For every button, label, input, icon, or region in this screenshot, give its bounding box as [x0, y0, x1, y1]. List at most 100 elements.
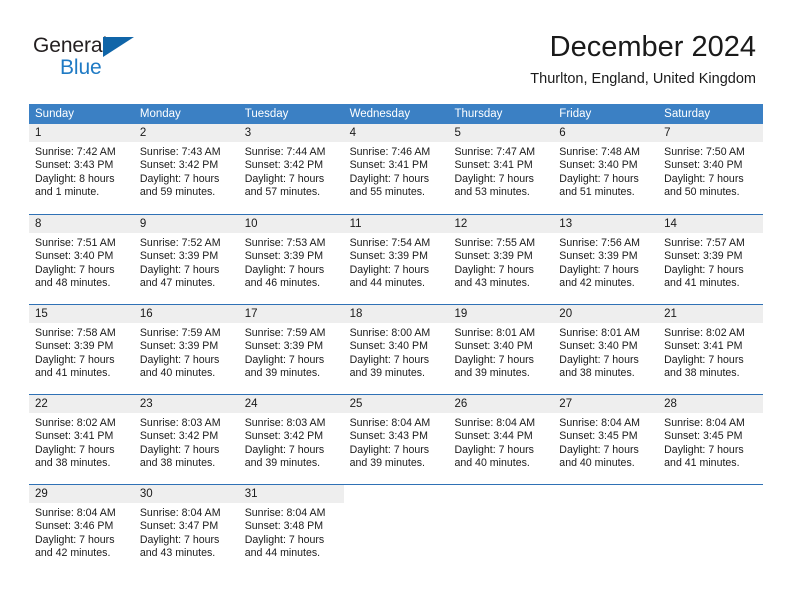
- day-cell[interactable]: 16 Sunrise: 7:59 AM Sunset: 3:39 PM Dayl…: [133, 305, 239, 387]
- day-info: Sunrise: 7:56 AM Sunset: 3:39 PM Dayligh…: [553, 233, 658, 291]
- day-number: 14: [658, 215, 764, 233]
- sunrise-text: Sunrise: 7:59 AM: [244, 327, 326, 339]
- sunrise-text: Sunrise: 8:04 AM: [349, 417, 431, 429]
- page-header: General Blue December 2024 Thurlton, Eng…: [0, 0, 792, 100]
- sunrise-text: Sunrise: 8:04 AM: [244, 507, 326, 519]
- day-info: Sunrise: 8:00 AM Sunset: 3:40 PM Dayligh…: [344, 323, 449, 381]
- day-info: Sunrise: 7:42 AM Sunset: 3:43 PM Dayligh…: [29, 142, 134, 200]
- sunset-text: Sunset: 3:42 PM: [244, 430, 324, 443]
- day-cell[interactable]: 5 Sunrise: 7:47 AM Sunset: 3:41 PM Dayli…: [448, 124, 554, 207]
- day-cell[interactable]: 14 Sunrise: 7:57 AM Sunset: 3:39 PM Dayl…: [658, 215, 764, 297]
- weekday-tuesday: Tuesday: [244, 108, 289, 120]
- daylight-text-line2: and 42 minutes.: [35, 547, 111, 560]
- day-cell[interactable]: 30 Sunrise: 8:04 AM Sunset: 3:47 PM Dayl…: [133, 485, 239, 567]
- day-cell[interactable]: 26 Sunrise: 8:04 AM Sunset: 3:44 PM Dayl…: [448, 395, 554, 477]
- day-cell[interactable]: 12 Sunrise: 7:55 AM Sunset: 3:39 PM Dayl…: [448, 215, 554, 297]
- sunset-text: Sunset: 3:42 PM: [139, 430, 219, 443]
- sunset-text: Sunset: 3:40 PM: [35, 250, 114, 263]
- daylight-text-line2: and 46 minutes.: [244, 277, 321, 290]
- day-cell[interactable]: 23 Sunrise: 8:03 AM Sunset: 3:42 PM Dayl…: [133, 395, 239, 477]
- daylight-text-line1: Daylight: 7 hours: [349, 263, 430, 276]
- day-info: Sunrise: 8:04 AM Sunset: 3:47 PM Dayligh…: [134, 503, 239, 561]
- daylight-text-line1: Daylight: 7 hours: [35, 263, 115, 276]
- day-info: Sunrise: 8:04 AM Sunset: 3:48 PM Dayligh…: [239, 503, 344, 561]
- day-cell[interactable]: 25 Sunrise: 8:04 AM Sunset: 3:43 PM Dayl…: [343, 395, 449, 477]
- sunset-text: Sunset: 3:39 PM: [664, 250, 743, 263]
- daylight-text-line1: Daylight: 8 hours: [35, 172, 115, 185]
- day-number: [658, 485, 763, 503]
- daylight-text-line2: and 1 minute.: [35, 186, 100, 199]
- daylight-text-line2: and 55 minutes.: [349, 186, 425, 199]
- sunrise-text: Sunrise: 8:03 AM: [244, 417, 326, 429]
- day-number: 11: [343, 215, 449, 233]
- sunrise-text: Sunrise: 8:02 AM: [664, 327, 745, 339]
- day-number: 31: [238, 485, 344, 503]
- sunset-text: Sunset: 3:42 PM: [139, 159, 219, 172]
- day-cell[interactable]: 18 Sunrise: 8:00 AM Sunset: 3:40 PM Dayl…: [343, 305, 449, 387]
- sunset-text: Sunset: 3:41 PM: [454, 159, 533, 172]
- weekday-monday: Monday: [139, 108, 181, 120]
- day-cell[interactable]: 3 Sunrise: 7:44 AM Sunset: 3:42 PM Dayli…: [238, 124, 344, 207]
- day-info: Sunrise: 8:01 AM Sunset: 3:40 PM Dayligh…: [553, 323, 658, 381]
- day-cell[interactable]: 28 Sunrise: 8:04 AM Sunset: 3:45 PM Dayl…: [658, 395, 764, 477]
- day-cell[interactable]: 20 Sunrise: 8:01 AM Sunset: 3:40 PM Dayl…: [553, 305, 659, 387]
- daylight-text-line2: and 38 minutes.: [139, 457, 216, 470]
- daylight-text-line1: Daylight: 7 hours: [244, 172, 325, 185]
- day-cell[interactable]: 2 Sunrise: 7:43 AM Sunset: 3:42 PM Dayli…: [133, 124, 239, 207]
- brand-logo[interactable]: General Blue: [33, 34, 243, 90]
- daylight-text-line2: and 53 minutes.: [454, 186, 530, 199]
- daylight-text-line1: Daylight: 7 hours: [139, 353, 220, 366]
- day-number: 25: [343, 395, 449, 413]
- sunset-text: Sunset: 3:41 PM: [35, 430, 114, 443]
- day-cell[interactable]: 29 Sunrise: 8:04 AM Sunset: 3:46 PM Dayl…: [29, 485, 134, 567]
- day-cell[interactable]: 9 Sunrise: 7:52 AM Sunset: 3:39 PM Dayli…: [133, 215, 239, 297]
- day-cell[interactable]: 6 Sunrise: 7:48 AM Sunset: 3:40 PM Dayli…: [553, 124, 659, 207]
- daylight-text-line1: Daylight: 7 hours: [559, 263, 639, 276]
- day-cell[interactable]: 22 Sunrise: 8:02 AM Sunset: 3:41 PM Dayl…: [29, 395, 134, 477]
- sunrise-text: Sunrise: 8:01 AM: [559, 327, 640, 339]
- day-cell-empty: [658, 485, 763, 567]
- day-info: Sunrise: 7:51 AM Sunset: 3:40 PM Dayligh…: [29, 233, 134, 291]
- day-cell[interactable]: 21 Sunrise: 8:02 AM Sunset: 3:41 PM Dayl…: [658, 305, 764, 387]
- daylight-text-line2: and 47 minutes.: [139, 277, 216, 290]
- sunrise-text: Sunrise: 8:03 AM: [139, 417, 221, 429]
- sunrise-text: Sunrise: 7:56 AM: [559, 237, 640, 249]
- day-number: 12: [448, 215, 554, 233]
- daylight-text-line2: and 41 minutes.: [664, 277, 740, 290]
- day-cell[interactable]: 31 Sunrise: 8:04 AM Sunset: 3:48 PM Dayl…: [238, 485, 344, 567]
- day-cell[interactable]: 24 Sunrise: 8:03 AM Sunset: 3:42 PM Dayl…: [238, 395, 344, 477]
- daylight-text-line1: Daylight: 7 hours: [35, 353, 115, 366]
- day-cell[interactable]: 11 Sunrise: 7:54 AM Sunset: 3:39 PM Dayl…: [343, 215, 449, 297]
- day-info: Sunrise: 7:46 AM Sunset: 3:41 PM Dayligh…: [344, 142, 449, 200]
- day-cell[interactable]: 8 Sunrise: 7:51 AM Sunset: 3:40 PM Dayli…: [29, 215, 134, 297]
- day-info: Sunrise: 7:52 AM Sunset: 3:39 PM Dayligh…: [134, 233, 239, 291]
- sunset-text: Sunset: 3:45 PM: [559, 430, 638, 443]
- sunset-text: Sunset: 3:40 PM: [559, 159, 638, 172]
- daylight-text-line1: Daylight: 7 hours: [454, 443, 534, 456]
- daylight-text-line2: and 43 minutes.: [454, 277, 530, 290]
- day-cell[interactable]: 17 Sunrise: 7:59 AM Sunset: 3:39 PM Dayl…: [238, 305, 344, 387]
- day-cell[interactable]: 4 Sunrise: 7:46 AM Sunset: 3:41 PM Dayli…: [343, 124, 449, 207]
- day-cell[interactable]: 27 Sunrise: 8:04 AM Sunset: 3:45 PM Dayl…: [553, 395, 659, 477]
- daylight-text-line2: and 38 minutes.: [559, 367, 635, 380]
- day-cell[interactable]: 1 Sunrise: 7:42 AM Sunset: 3:43 PM Dayli…: [29, 124, 134, 207]
- daylight-text-line2: and 39 minutes.: [244, 457, 321, 470]
- weekday-wednesday: Wednesday: [349, 108, 411, 120]
- page-title: December 2024: [549, 31, 756, 63]
- day-cell[interactable]: 15 Sunrise: 7:58 AM Sunset: 3:39 PM Dayl…: [29, 305, 134, 387]
- day-info: Sunrise: 7:53 AM Sunset: 3:39 PM Dayligh…: [239, 233, 344, 291]
- sunrise-text: Sunrise: 7:43 AM: [139, 146, 221, 158]
- sunrise-text: Sunrise: 8:02 AM: [35, 417, 116, 429]
- day-number: 15: [29, 305, 134, 323]
- day-cell[interactable]: 19 Sunrise: 8:01 AM Sunset: 3:40 PM Dayl…: [448, 305, 554, 387]
- day-number: 7: [658, 124, 764, 142]
- day-cell[interactable]: 10 Sunrise: 7:53 AM Sunset: 3:39 PM Dayl…: [238, 215, 344, 297]
- day-number: 29: [29, 485, 134, 503]
- day-cell[interactable]: 7 Sunrise: 7:50 AM Sunset: 3:40 PM Dayli…: [658, 124, 764, 207]
- sunrise-text: Sunrise: 8:04 AM: [559, 417, 640, 429]
- daylight-text-line1: Daylight: 7 hours: [664, 353, 744, 366]
- daylight-text-line2: and 40 minutes.: [139, 367, 216, 380]
- day-info: Sunrise: 8:04 AM Sunset: 3:45 PM Dayligh…: [553, 413, 658, 471]
- day-cell[interactable]: 13 Sunrise: 7:56 AM Sunset: 3:39 PM Dayl…: [553, 215, 659, 297]
- daylight-text-line1: Daylight: 7 hours: [349, 172, 430, 185]
